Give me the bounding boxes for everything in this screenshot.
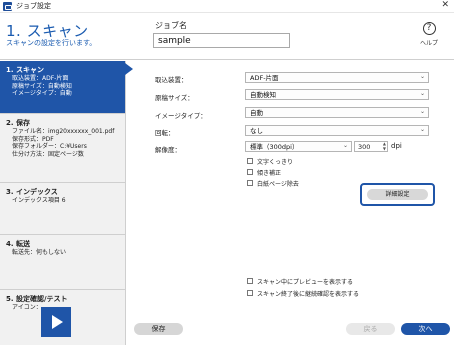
checkbox-sharpen-text[interactable]: 文字くっきり <box>247 157 347 166</box>
resolution-value: 標準（300dpi） <box>250 143 299 151</box>
step-detail: イメージタイプ：自動 <box>12 90 72 97</box>
checkbox-label: スキャン中にプレビューを表示する <box>257 279 354 286</box>
rotation-label: 回転： <box>155 129 175 137</box>
image-type-label: イメージタイプ： <box>155 112 207 120</box>
image-type-value: 自動 <box>250 109 263 117</box>
advanced-settings-button[interactable]: 詳細設定 <box>367 189 428 200</box>
rotation-select[interactable]: なし ⌄ <box>245 125 429 136</box>
step-title: 2. 保存 <box>6 119 30 127</box>
window-title: ジョブ設定 <box>16 2 51 10</box>
checkbox-box[interactable] <box>247 278 253 284</box>
step-index[interactable]: 3. インデックス インデックス項目 6 <box>0 183 125 235</box>
stepper-arrows-icon[interactable]: ▲ ▼ <box>383 141 386 151</box>
checkbox-label: スキャン終了後に継続確認を表示する <box>257 291 360 298</box>
checkbox-box[interactable] <box>247 169 253 175</box>
help-button[interactable]: ? ヘルプ <box>415 22 443 56</box>
size-value: 自動検知 <box>250 91 276 99</box>
step-detail: 取込装置：ADF-片面 <box>12 75 69 82</box>
step-save[interactable]: 2. 保存 ファイル名：img20xxxxxx_001.pdf 保存形式：PDF… <box>0 114 125 183</box>
help-icon: ? <box>422 22 436 35</box>
step-scan[interactable]: 1. スキャン 取込装置：ADF-片面 原稿サイズ：自動検知 イメージタイプ：自… <box>0 61 133 114</box>
checkbox-confirm-continue[interactable]: スキャン終了後に継続確認を表示する <box>247 289 427 298</box>
step-detail: 保存形式：PDF <box>12 135 54 143</box>
save-button[interactable]: 保存 <box>134 323 183 335</box>
step-title: 5. 設定確認/テスト <box>6 295 68 303</box>
checkbox-box[interactable] <box>247 158 253 164</box>
resolution-label: 解像度： <box>155 146 181 154</box>
size-label: 原稿サイズ： <box>155 94 194 102</box>
checkbox-show-preview[interactable]: スキャン中にプレビューを表示する <box>247 277 427 286</box>
dpi-unit: dpi <box>391 142 402 150</box>
source-label: 取込装置： <box>155 76 188 84</box>
checkbox-label: 白紙ページ除去 <box>257 181 299 188</box>
footer-bar: 保存 戻る 次へ <box>126 315 454 345</box>
steps-sidebar: 1. スキャン 取込装置：ADF-片面 原稿サイズ：自動検知 イメージタイプ：自… <box>0 61 133 345</box>
checkbox-box[interactable] <box>247 290 253 296</box>
window-titlebar: ジョブ設定 ✕ <box>0 0 454 13</box>
step-detail: 保存フォルダー：C:¥Users <box>12 143 87 150</box>
step-title: 3. インデックス <box>6 188 58 196</box>
page-header: 1. スキャン スキャンの設定を行います。 ジョブ名 ? ヘルプ <box>0 13 454 60</box>
app-scanner-icon <box>3 2 12 11</box>
back-button[interactable]: 戻る <box>346 323 395 335</box>
step-transfer[interactable]: 4. 転送 転送先：何もしない <box>0 235 125 290</box>
job-thumbnail-icon <box>41 307 71 337</box>
checkbox-label: 文字くっきり <box>257 159 294 166</box>
dpi-stepper[interactable]: 300 ▲ ▼ <box>354 141 388 152</box>
image-type-select[interactable]: 自動 ⌄ <box>245 107 429 118</box>
dpi-value: 300 <box>358 143 371 151</box>
size-select[interactable]: 自動検知 ⌄ <box>245 89 429 100</box>
job-name-input[interactable] <box>153 33 290 48</box>
checkbox-deskew[interactable]: 傾き補正 <box>247 168 347 177</box>
step-detail: インデックス項目 6 <box>12 197 66 204</box>
step-title: 4. 転送 <box>6 240 30 248</box>
chevron-down-icon: ⌄ <box>419 73 425 80</box>
checkbox-label: 傾き補正 <box>257 170 282 177</box>
chevron-down-icon: ⌄ <box>342 142 348 149</box>
help-label: ヘルプ <box>419 40 438 47</box>
rotation-value: なし <box>250 127 263 135</box>
chevron-down-icon: ⌄ <box>419 126 425 133</box>
advanced-settings-highlight: 詳細設定 <box>360 183 435 206</box>
step-detail: 転送先：何もしない <box>12 249 67 256</box>
step-title: 1. スキャン <box>6 66 44 74</box>
next-button[interactable]: 次へ <box>401 323 450 335</box>
page-subtitle: スキャンの設定を行います。 <box>6 39 97 47</box>
job-name-label: ジョブ名 <box>155 21 187 30</box>
step-detail: 原稿サイズ：自動検知 <box>12 82 72 90</box>
source-value: ADF-片面 <box>250 74 279 82</box>
chevron-down-icon: ⌄ <box>419 90 425 97</box>
step-detail: 仕分け方法：固定ページ数 <box>12 150 84 158</box>
resolution-select[interactable]: 標準（300dpi） ⌄ <box>245 141 352 152</box>
source-select[interactable]: ADF-片面 ⌄ <box>245 72 429 83</box>
chevron-down-icon: ⌄ <box>419 108 425 115</box>
step-detail: ファイル名：img20xxxxxx_001.pdf <box>12 128 115 135</box>
close-icon[interactable]: ✕ <box>441 0 449 10</box>
checkbox-box[interactable] <box>247 180 253 186</box>
checkbox-remove-blank[interactable]: 白紙ページ除去 <box>247 179 347 188</box>
